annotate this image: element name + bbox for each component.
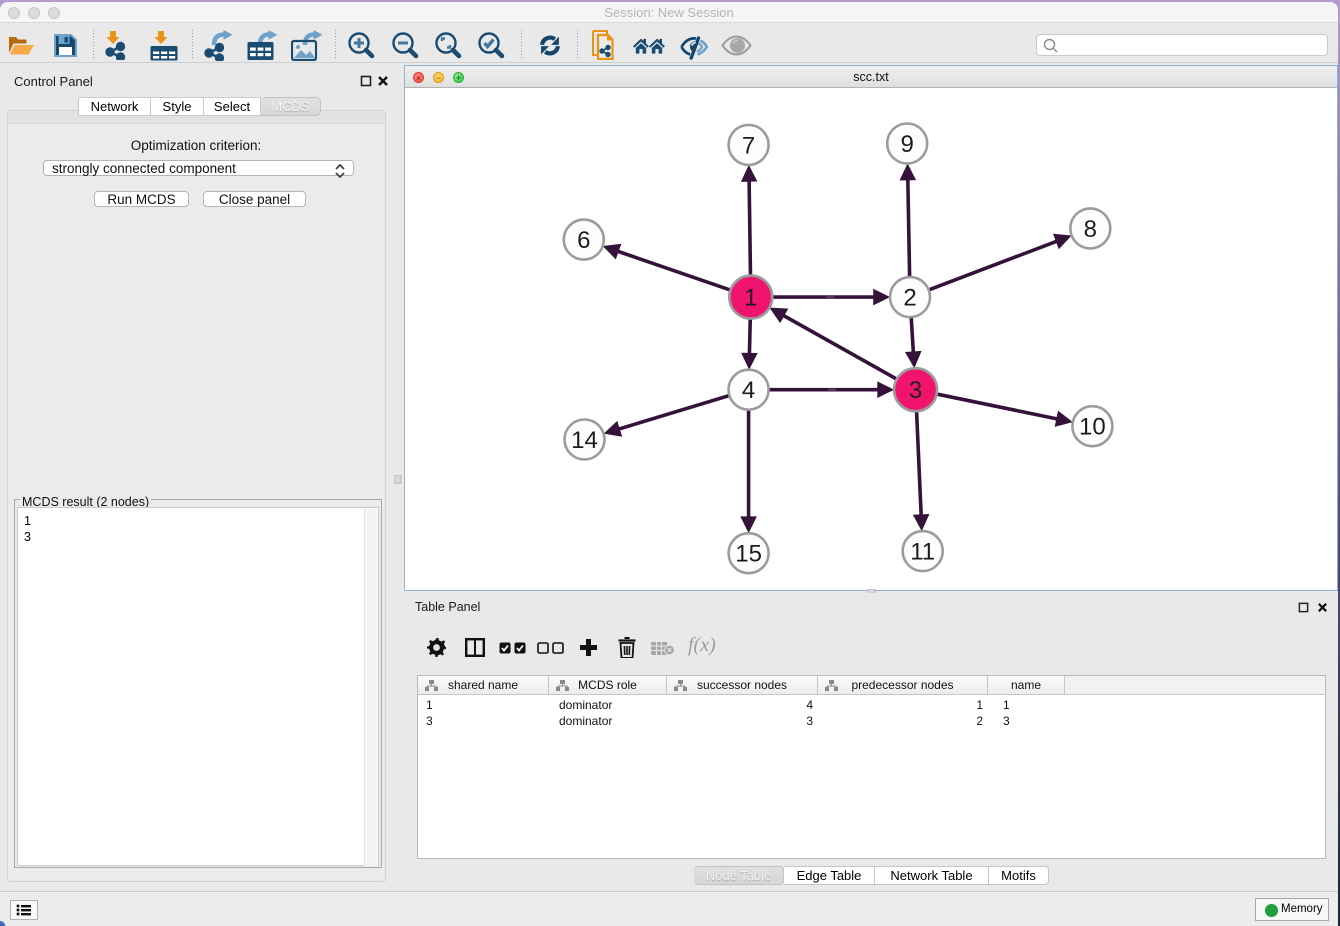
svg-text:11: 11 [910,539,935,566]
svg-text:7: 7 [742,132,755,159]
svg-text:14: 14 [571,427,598,454]
svg-text:3: 3 [909,377,922,404]
svg-text:4: 4 [742,377,755,404]
svg-text:15: 15 [735,541,762,568]
svg-text:9: 9 [901,131,914,158]
svg-text:6: 6 [577,227,590,254]
svg-text:2: 2 [903,285,916,312]
svg-text:8: 8 [1084,216,1097,243]
svg-text:10: 10 [1079,414,1106,441]
svg-text:1: 1 [744,285,757,312]
